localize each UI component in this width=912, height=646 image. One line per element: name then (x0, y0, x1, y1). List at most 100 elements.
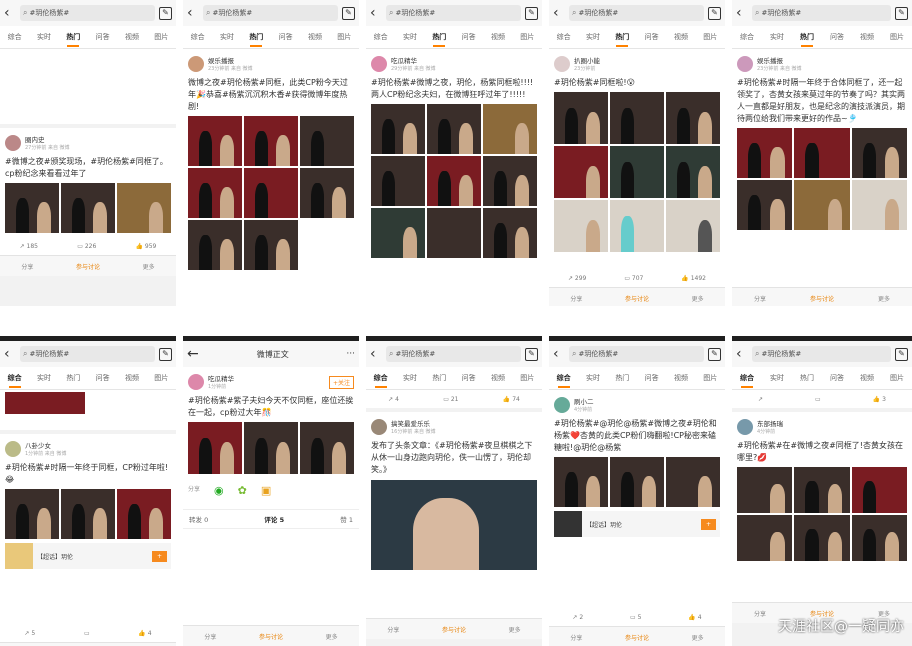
tab-hot[interactable]: 热门 (432, 373, 446, 383)
more-button[interactable]: 更多 (509, 625, 521, 634)
avatar[interactable] (371, 56, 387, 72)
avatar[interactable] (5, 441, 21, 457)
tab-qa[interactable]: 问答 (279, 32, 293, 42)
tab-pictures[interactable]: 图片 (154, 32, 168, 42)
tab-all[interactable]: 综合 (8, 373, 22, 388)
tab-qa[interactable]: 问答 (462, 32, 476, 42)
repost-count[interactable]: ↗ 299 (568, 275, 586, 282)
tab-reposts[interactable]: 转发 0 (189, 514, 208, 524)
share-button[interactable]: 分享 (570, 633, 582, 642)
tab-all[interactable]: 综合 (191, 32, 205, 42)
discuss-button[interactable]: 参与讨论 (625, 633, 649, 642)
tab-realtime[interactable]: 实时 (586, 32, 600, 42)
avatar[interactable] (554, 397, 570, 413)
more-button[interactable]: 更多 (143, 262, 155, 271)
photo[interactable] (371, 104, 425, 154)
username[interactable]: 娱乐播报 (208, 57, 253, 65)
compose-icon[interactable]: ✎ (708, 6, 721, 20)
photo[interactable] (188, 422, 242, 474)
tab-hot[interactable]: 热门 (800, 32, 814, 47)
repost-count[interactable]: ↗ 5 (24, 630, 35, 637)
tab-video[interactable]: 视频 (308, 32, 322, 42)
tab-qa[interactable]: 问答 (645, 373, 659, 383)
photo[interactable] (244, 220, 298, 270)
topic-card[interactable]: 【超话】玥伦 + (5, 543, 171, 569)
share-button[interactable]: 分享 (387, 625, 399, 634)
wechat-icon[interactable]: ◉ (214, 484, 224, 497)
search-input[interactable]: ⌕ #玥伦杨紫# (752, 346, 891, 362)
tab-all[interactable]: 综合 (740, 373, 754, 388)
photo[interactable] (427, 156, 481, 206)
comment-count[interactable]: ▭ (815, 396, 821, 403)
tab-likes[interactable]: 赞 1 (340, 514, 353, 524)
article-cover[interactable] (371, 480, 537, 570)
back-arrow-icon[interactable]: ← (187, 341, 199, 367)
photo[interactable] (5, 392, 85, 414)
photo[interactable] (610, 457, 664, 507)
search-input[interactable]: ⌕ #玥伦杨紫# (569, 5, 704, 21)
photo[interactable] (61, 183, 115, 233)
username[interactable]: 吃瓜精华 (208, 375, 234, 383)
username[interactable]: 娱乐播报 (757, 57, 802, 65)
tab-all[interactable]: 综合 (740, 32, 754, 42)
search-input[interactable]: ⌕ #玥伦杨紫# (20, 346, 155, 362)
photo[interactable] (300, 422, 354, 474)
search-input[interactable]: ⌕ #玥伦杨紫# (20, 5, 155, 21)
search-input[interactable]: ⌕ #玥伦杨紫# (386, 346, 521, 362)
username[interactable]: 搞笑最爱乐乐 (391, 420, 436, 428)
tab-qa[interactable]: 问答 (645, 32, 659, 42)
back-icon[interactable]: ‹ (553, 0, 565, 26)
tab-realtime[interactable]: 实时 (770, 32, 784, 42)
discuss-button[interactable]: 参与讨论 (259, 632, 283, 641)
avatar[interactable] (554, 56, 570, 72)
photo[interactable] (554, 457, 608, 507)
compose-icon[interactable]: ✎ (159, 6, 172, 20)
comment-count[interactable]: ▭ 226 (77, 243, 96, 250)
comment-count[interactable]: ▭ (84, 630, 90, 637)
photo[interactable] (666, 457, 720, 507)
repost-count[interactable]: ↗ 185 (20, 243, 38, 250)
share-button[interactable]: 分享 (754, 294, 766, 303)
more-button[interactable]: 更多 (326, 632, 338, 641)
avatar[interactable] (371, 419, 387, 435)
tab-all[interactable]: 综合 (557, 32, 571, 42)
tab-realtime[interactable]: 实时 (770, 373, 784, 383)
tab-pictures[interactable]: 图片 (154, 373, 168, 383)
avatar[interactable] (737, 56, 753, 72)
tab-pictures[interactable]: 图片 (890, 32, 904, 42)
tab-qa[interactable]: 问答 (462, 373, 476, 383)
topic-card[interactable]: 【超话】玥伦 + (554, 511, 720, 537)
tab-video[interactable]: 视频 (491, 373, 505, 383)
search-input[interactable]: ⌕ #玥伦杨紫# (203, 5, 338, 21)
tab-all[interactable]: 综合 (374, 373, 388, 388)
comment-count[interactable]: ▭ 21 (443, 396, 458, 403)
tab-qa[interactable]: 问答 (830, 373, 844, 383)
share-button[interactable]: 分享 (21, 262, 33, 271)
discuss-button[interactable]: 参与讨论 (625, 294, 649, 303)
photo[interactable] (666, 92, 720, 144)
photo[interactable] (244, 168, 298, 218)
tab-realtime[interactable]: 实时 (586, 373, 600, 383)
enter-button[interactable]: + (151, 550, 167, 562)
tab-video[interactable]: 视频 (491, 32, 505, 42)
like-count[interactable]: 👍 4 (688, 614, 701, 621)
share-button[interactable]: 分享 (204, 632, 216, 641)
compose-icon[interactable]: ✎ (525, 347, 538, 361)
like-count[interactable]: 👍 959 (136, 243, 157, 250)
tab-video[interactable]: 视频 (125, 32, 139, 42)
tab-realtime[interactable]: 实时 (37, 32, 51, 42)
comment-count[interactable]: ▭ 707 (624, 275, 643, 282)
compose-icon[interactable]: ✎ (342, 6, 355, 20)
photo[interactable] (737, 128, 793, 178)
tab-realtime[interactable]: 实时 (403, 32, 417, 42)
more-button[interactable]: 更多 (692, 633, 704, 642)
tab-video[interactable]: 视频 (674, 32, 688, 42)
tab-realtime[interactable]: 实时 (403, 373, 417, 383)
tab-hot[interactable]: 热门 (66, 32, 80, 47)
enter-button[interactable]: + (700, 518, 716, 530)
tab-qa[interactable]: 问答 (96, 32, 110, 42)
back-icon[interactable]: ‹ (370, 341, 382, 367)
back-icon[interactable]: ‹ (553, 341, 565, 367)
tab-pictures[interactable]: 图片 (337, 32, 351, 42)
photo[interactable] (737, 180, 793, 230)
